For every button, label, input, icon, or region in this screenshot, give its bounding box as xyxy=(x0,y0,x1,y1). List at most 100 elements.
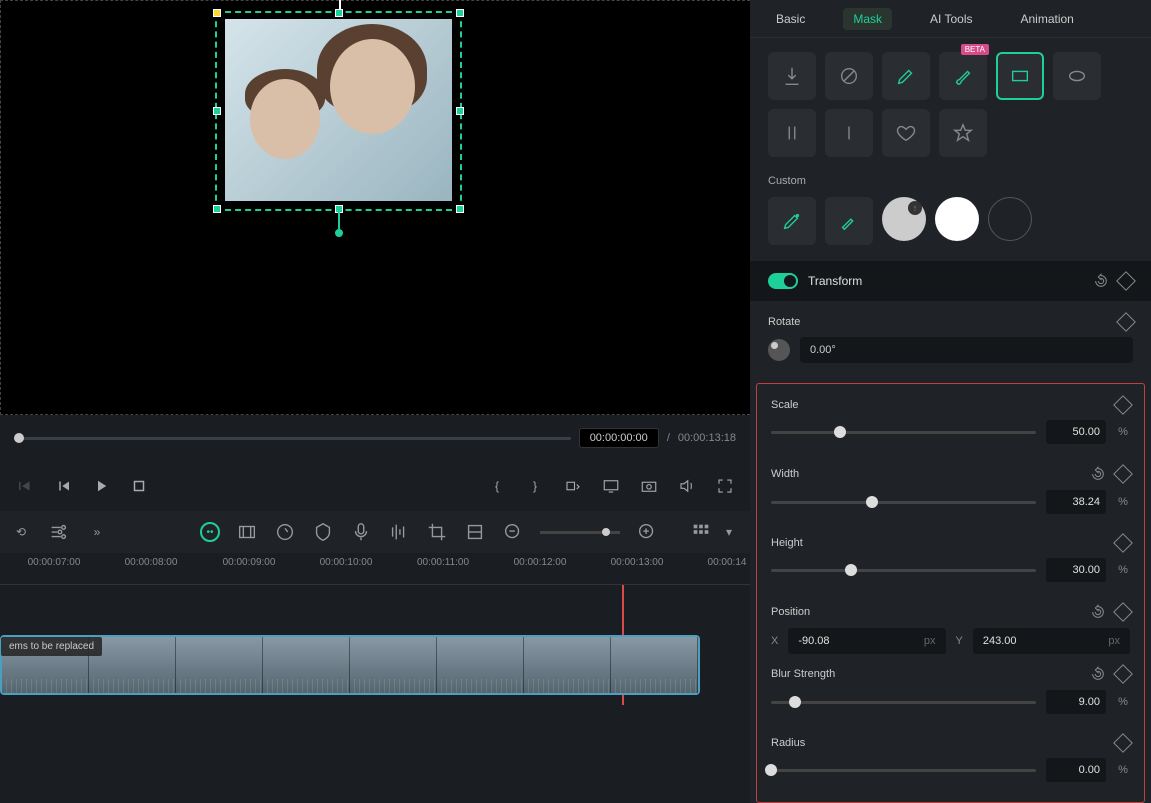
height-slider[interactable] xyxy=(771,569,1036,572)
highlighted-properties: Scale 50.00 % Width 38.24 % xyxy=(756,383,1145,803)
speed-icon[interactable] xyxy=(274,521,296,543)
mask-pen-icon[interactable] xyxy=(882,52,930,100)
width-slider[interactable] xyxy=(771,501,1036,504)
custom-circle-white[interactable] xyxy=(935,197,979,241)
mask-ellipse-icon[interactable] xyxy=(1053,52,1101,100)
snapshot-icon[interactable] xyxy=(640,477,658,495)
tab-animation[interactable]: Animation xyxy=(1010,8,1083,30)
custom-masks: ↑ xyxy=(750,187,1151,255)
reset-icon[interactable] xyxy=(1090,666,1106,682)
custom-circle-outline[interactable] xyxy=(988,197,1032,241)
keyframe-icon[interactable] xyxy=(1116,271,1136,291)
position-y-input[interactable]: 243.00px xyxy=(973,628,1130,654)
timeline-clip[interactable] xyxy=(0,635,700,695)
scale-value[interactable]: 50.00 xyxy=(1046,420,1106,444)
step-back-icon[interactable] xyxy=(54,477,72,495)
prev-icon[interactable] xyxy=(16,477,34,495)
mask-single-line-icon[interactable] xyxy=(825,109,873,157)
zoom-in-icon[interactable] xyxy=(636,521,658,543)
reset-icon[interactable] xyxy=(1090,466,1106,482)
settings-icon[interactable] xyxy=(48,521,70,543)
stop-icon[interactable] xyxy=(130,477,148,495)
zoom-out-icon[interactable] xyxy=(502,521,524,543)
custom-pen-1-icon[interactable] xyxy=(768,197,816,245)
rotate-handle[interactable] xyxy=(335,229,343,237)
x-label: X xyxy=(771,635,778,647)
mask-rectangle-icon[interactable] xyxy=(996,52,1044,100)
tab-ai-tools[interactable]: AI Tools xyxy=(920,8,982,30)
preview-canvas[interactable] xyxy=(0,0,750,415)
handle-mid-right[interactable] xyxy=(456,107,464,115)
effects-icon[interactable] xyxy=(236,521,258,543)
radius-value[interactable]: 0.00 xyxy=(1046,758,1106,782)
display-icon[interactable] xyxy=(602,477,620,495)
rotate-knob[interactable] xyxy=(768,339,790,361)
keyframe-icon[interactable] xyxy=(1113,464,1133,484)
play-icon[interactable] xyxy=(92,477,110,495)
reset-icon[interactable] xyxy=(1093,273,1109,289)
handle-bot-left[interactable] xyxy=(213,205,221,213)
handle-top-left[interactable] xyxy=(213,9,221,17)
handle-bot-right[interactable] xyxy=(456,205,464,213)
custom-pen-2-icon[interactable] xyxy=(825,197,873,245)
keyframe-icon[interactable] xyxy=(1113,733,1133,753)
keyframe-icon[interactable] xyxy=(1116,312,1136,332)
blur-label: Blur Strength xyxy=(771,668,835,680)
keyframe-icon[interactable] xyxy=(1113,664,1133,684)
quality-menu-icon[interactable] xyxy=(564,477,582,495)
dropdown-icon[interactable]: ▾ xyxy=(718,521,740,543)
ruler-tick: 00:00:09:00 xyxy=(223,557,276,568)
tab-mask[interactable]: Mask xyxy=(843,8,892,30)
mask-parallel-icon[interactable] xyxy=(768,109,816,157)
radius-slider[interactable] xyxy=(771,769,1036,772)
audio-mix-icon[interactable] xyxy=(388,521,410,543)
time-ruler[interactable]: 00:00:07:00 00:00:08:00 00:00:09:00 00:0… xyxy=(0,553,750,585)
transform-section-header[interactable]: Transform xyxy=(750,261,1151,301)
marker-icon[interactable] xyxy=(312,521,334,543)
volume-icon[interactable] xyxy=(678,477,696,495)
fullscreen-icon[interactable] xyxy=(716,477,734,495)
handle-mid-left[interactable] xyxy=(213,107,221,115)
keyframe-icon[interactable] xyxy=(1113,395,1133,415)
reset-icon[interactable] xyxy=(1090,604,1106,620)
ruler-tick: 00:00:13:00 xyxy=(611,557,664,568)
arrow-left-icon[interactable]: ⟲ xyxy=(10,521,32,543)
width-value[interactable]: 38.24 xyxy=(1046,490,1106,514)
current-time[interactable]: 00:00:00:00 xyxy=(579,428,659,448)
keyframe-icon[interactable] xyxy=(1113,533,1133,553)
handle-top-right[interactable] xyxy=(456,9,464,17)
ruler-tick: 00:00:08:00 xyxy=(125,557,178,568)
scrub-slider[interactable] xyxy=(14,437,571,440)
keyframe-icon[interactable] xyxy=(1113,602,1133,622)
blur-slider[interactable] xyxy=(771,701,1036,704)
transform-toggle[interactable] xyxy=(768,273,798,289)
mask-selection-box[interactable] xyxy=(215,11,462,211)
bracket-open-icon[interactable]: { xyxy=(488,477,506,495)
adjust-icon[interactable] xyxy=(464,521,486,543)
timeline[interactable]: 00:00:07:00 00:00:08:00 00:00:09:00 00:0… xyxy=(0,553,750,803)
zoom-slider[interactable] xyxy=(540,531,620,534)
ai-face-icon[interactable]: •• xyxy=(200,522,220,542)
more-icon[interactable]: » xyxy=(86,521,108,543)
mic-icon[interactable] xyxy=(350,521,372,543)
rotate-value[interactable]: 0.00° xyxy=(800,337,1133,363)
handle-top-mid[interactable] xyxy=(335,9,343,17)
crop-icon[interactable] xyxy=(426,521,448,543)
mask-import-icon[interactable] xyxy=(768,52,816,100)
mask-brush-icon[interactable]: BETA xyxy=(939,52,987,100)
custom-circle-light[interactable]: ↑ xyxy=(882,197,926,241)
scale-slider[interactable] xyxy=(771,431,1036,434)
tab-basic[interactable]: Basic xyxy=(766,8,815,30)
mask-star-icon[interactable] xyxy=(939,109,987,157)
mask-none-icon[interactable] xyxy=(825,52,873,100)
upload-badge-icon: ↑ xyxy=(908,201,922,215)
ruler-tick: 00:00:14 xyxy=(708,557,747,568)
bracket-close-icon[interactable]: } xyxy=(526,477,544,495)
blur-value[interactable]: 9.00 xyxy=(1046,690,1106,714)
mask-heart-icon[interactable] xyxy=(882,109,930,157)
height-value[interactable]: 30.00 xyxy=(1046,558,1106,582)
blur-unit: % xyxy=(1116,696,1130,708)
grid-view-icon[interactable] xyxy=(690,521,712,543)
position-x-input[interactable]: -90.08px xyxy=(788,628,945,654)
time-sep: / xyxy=(667,432,670,444)
